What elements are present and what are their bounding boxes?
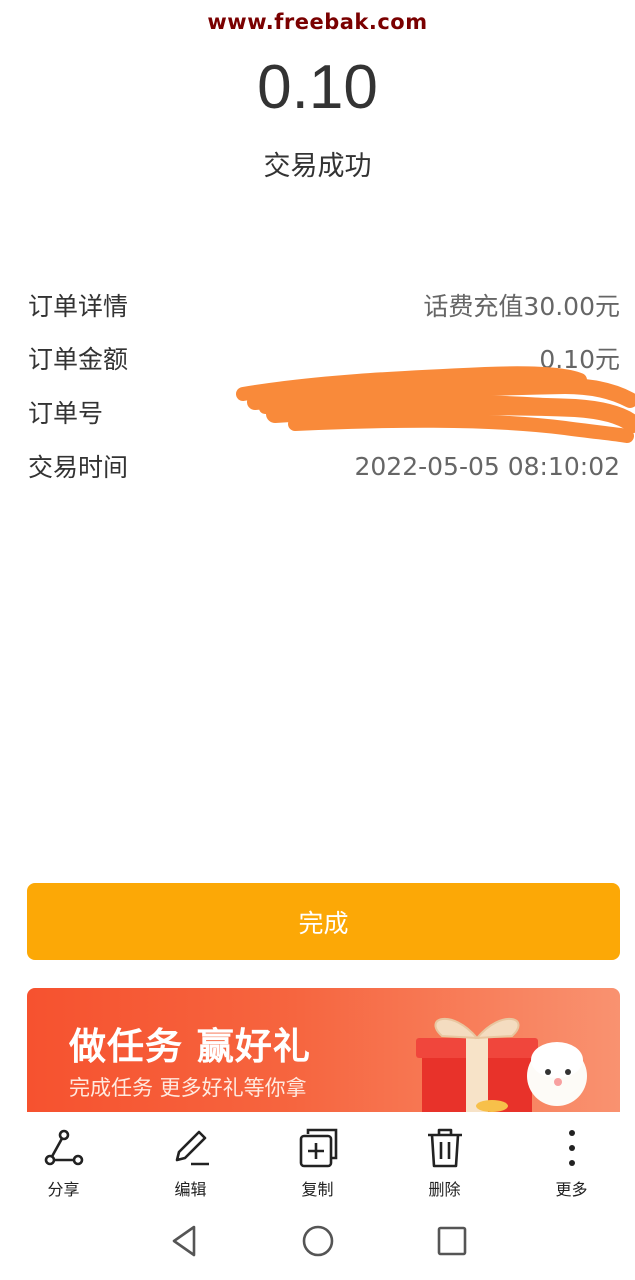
detail-label: 交易时间 xyxy=(28,453,129,482)
bottom-toolbar: 分享 编辑 复制 删除 更多 xyxy=(0,1112,635,1202)
detail-value: 0.10元 xyxy=(539,345,620,374)
gift-box-illustration xyxy=(416,1018,587,1112)
trash-icon xyxy=(427,1128,462,1168)
more-label: 更多 xyxy=(555,1180,588,1199)
system-nav-bar xyxy=(0,1202,635,1280)
payment-status: 交易成功 xyxy=(263,151,372,182)
detail-row-order-number: 订单号 C xyxy=(28,392,620,432)
back-triangle-icon[interactable] xyxy=(162,1219,206,1263)
more-vertical-icon xyxy=(568,1130,575,1166)
screen: www.freebak.com 0.10 交易成功 订单详情 话费充值30.00… xyxy=(0,0,635,1280)
pencil-icon xyxy=(175,1130,209,1166)
detail-value: C xyxy=(272,397,290,427)
share-icon xyxy=(44,1129,83,1166)
delete-label: 删除 xyxy=(428,1180,461,1199)
copy-icon xyxy=(299,1128,337,1168)
promo-title: 做任务 赢好礼 xyxy=(69,1025,311,1068)
more-button[interactable]: 更多 xyxy=(508,1112,635,1202)
done-button[interactable]: 完成 xyxy=(27,883,620,960)
detail-row-order-amount: 订单金额 0.10元 xyxy=(28,338,620,378)
recents-square-icon[interactable] xyxy=(430,1219,474,1263)
promo-subtitle: 完成任务 更多好礼等你拿 xyxy=(69,1076,307,1100)
detail-label: 订单详情 xyxy=(28,292,129,321)
detail-label: 订单号 xyxy=(28,399,104,428)
share-button[interactable]: 分享 xyxy=(0,1112,127,1202)
detail-value: 2022-05-05 08:10:02 xyxy=(354,451,620,481)
detail-label: 订单金额 xyxy=(28,345,129,374)
detail-row-order-detail: 订单详情 话费充值30.00元 xyxy=(28,285,620,325)
detail-value: 话费充值30.00元 xyxy=(423,292,620,321)
detail-row-trade-time: 交易时间 2022-05-05 08:10:02 xyxy=(28,446,620,486)
payment-amount: 0.10 xyxy=(257,53,378,122)
share-label: 分享 xyxy=(47,1180,80,1199)
home-circle-icon[interactable] xyxy=(296,1219,340,1263)
promo-banner[interactable]: 做任务 赢好礼 完成任务 更多好礼等你拿 xyxy=(27,988,620,1112)
copy-button[interactable]: 复制 xyxy=(254,1112,381,1202)
delete-button[interactable]: 删除 xyxy=(381,1112,508,1202)
watermark: www.freebak.com xyxy=(207,10,428,34)
copy-label: 复制 xyxy=(301,1180,334,1199)
edit-label: 编辑 xyxy=(174,1180,207,1199)
edit-button[interactable]: 编辑 xyxy=(127,1112,254,1202)
